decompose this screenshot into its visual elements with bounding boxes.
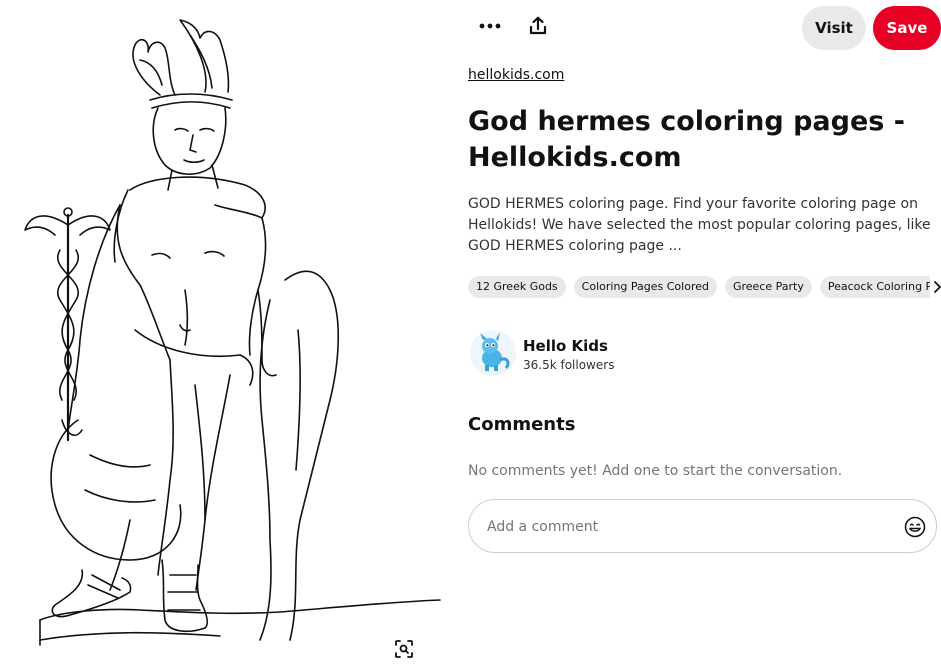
share-button[interactable] (518, 6, 558, 46)
visual-search-button[interactable] (390, 635, 418, 663)
visit-button[interactable]: Visit (802, 6, 866, 50)
tag-chip[interactable]: Greece Party (724, 276, 812, 298)
hermes-drawing (24, 19, 441, 646)
share-upload-icon (529, 16, 547, 35)
blue-creature-avatar-icon (480, 332, 510, 371)
comment-input[interactable] (485, 512, 889, 542)
comments-heading: Comments (468, 414, 576, 435)
author-profile[interactable]: Hello Kids 36.5k followers (470, 330, 770, 378)
source-link[interactable]: hellokids.com (468, 67, 564, 83)
comment-box[interactable] (468, 499, 937, 553)
pin-action-bar: Visit Save (466, 6, 941, 50)
tags-scroll-right-button[interactable] (930, 276, 941, 298)
tag-chip[interactable]: 12 Greek Gods (468, 276, 566, 298)
follower-count: 36.5k followers (523, 358, 615, 372)
pin-image[interactable] (0, 0, 450, 669)
save-button[interactable]: Save (873, 6, 941, 50)
emoji-smile-icon (904, 516, 926, 538)
more-horizontal-icon (479, 23, 501, 29)
tag-chip[interactable]: Coloring Pages Colored (573, 276, 717, 298)
pin-description: GOD HERMES coloring page. Find your favo… (468, 196, 931, 254)
no-comments-message: No comments yet! Add one to start the co… (468, 463, 843, 479)
more-options-button[interactable] (470, 6, 510, 46)
emoji-button[interactable] (903, 515, 927, 539)
related-tags: 12 Greek Gods Coloring Pages Colored Gre… (468, 276, 938, 298)
pin-details-panel: Visit Save hellokids.com God hermes colo… (466, 0, 941, 669)
tag-chip[interactable]: Peacock Coloring Pag (819, 276, 938, 298)
avatar[interactable] (470, 330, 516, 376)
author-name[interactable]: Hello Kids (523, 337, 608, 355)
pin-title: God hermes coloring pages - Hellokids.co… (468, 106, 905, 173)
visual-search-icon (395, 640, 413, 658)
chevron-right-icon (934, 281, 941, 293)
